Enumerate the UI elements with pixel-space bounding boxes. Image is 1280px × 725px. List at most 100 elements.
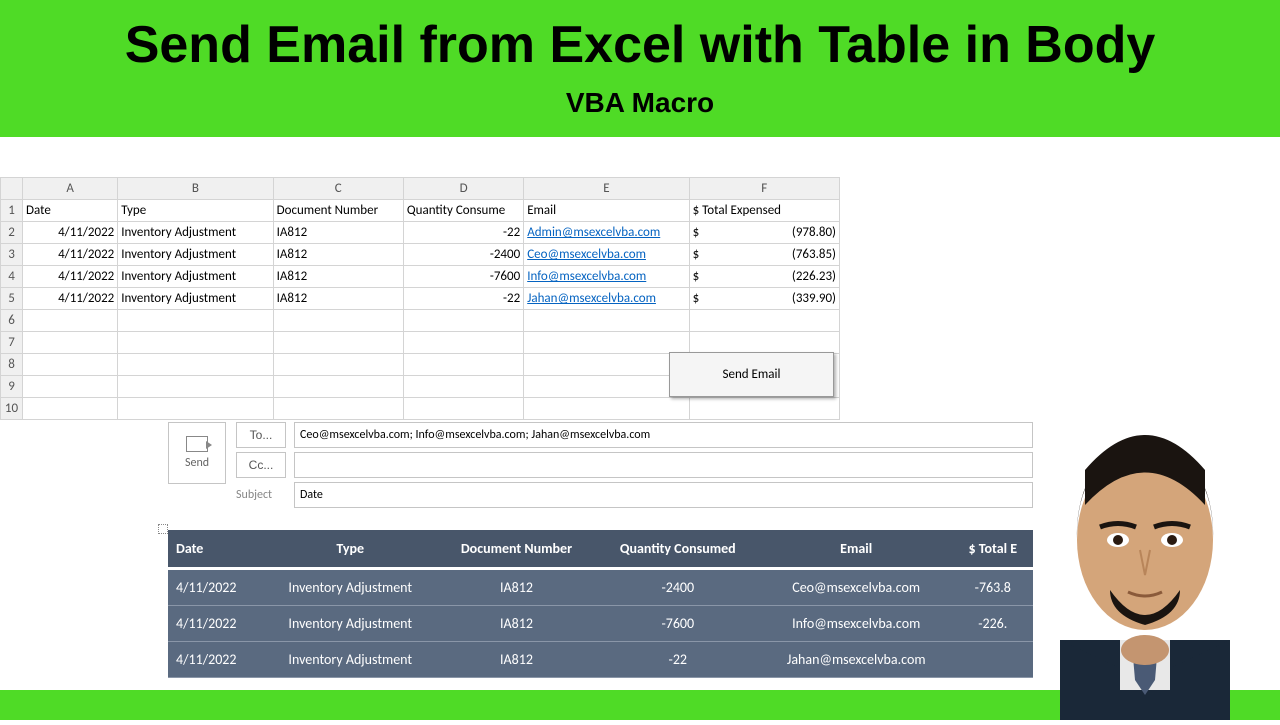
cell[interactable]: $(763.85): [689, 244, 839, 266]
row-header[interactable]: 5: [1, 288, 23, 310]
send-email-button[interactable]: Send Email: [669, 352, 834, 397]
cell[interactable]: Email: [524, 200, 689, 222]
cell[interactable]: Admin@msexcelvba.com: [524, 222, 689, 244]
cell[interactable]: [23, 354, 118, 376]
cell[interactable]: [403, 398, 523, 420]
email-link[interactable]: Admin@msexcelvba.com: [527, 225, 660, 240]
col-header-e[interactable]: E: [524, 178, 689, 200]
cell[interactable]: Date: [23, 200, 118, 222]
col-header-a[interactable]: A: [23, 178, 118, 200]
cell[interactable]: [403, 354, 523, 376]
row-header[interactable]: 8: [1, 354, 23, 376]
cell[interactable]: [273, 376, 403, 398]
table-row: 4 4/11/2022 Inventory Adjustment IA812 -…: [1, 266, 840, 288]
col-header-d[interactable]: D: [403, 178, 523, 200]
cell[interactable]: Info@msexcelvba.com: [524, 266, 689, 288]
body-header: Date: [168, 530, 263, 569]
cell[interactable]: Document Number: [273, 200, 403, 222]
email-link[interactable]: Jahan@msexcelvba.com: [527, 291, 656, 306]
cell[interactable]: [23, 332, 118, 354]
cell[interactable]: [118, 398, 273, 420]
cell[interactable]: [118, 354, 273, 376]
cell[interactable]: [689, 310, 839, 332]
cell[interactable]: Jahan@msexcelvba.com: [524, 288, 689, 310]
cell[interactable]: IA812: [273, 266, 403, 288]
cell[interactable]: Inventory Adjustment: [118, 266, 273, 288]
excel-table[interactable]: A B C D E F 1 Date Type Document Number …: [0, 177, 840, 420]
subject-input[interactable]: [294, 482, 1033, 508]
cell[interactable]: -22: [403, 222, 523, 244]
cell[interactable]: [689, 332, 839, 354]
cc-input[interactable]: [294, 452, 1033, 478]
cell[interactable]: $(226.23): [689, 266, 839, 288]
cell[interactable]: 4/11/2022: [23, 244, 118, 266]
drag-handle-icon[interactable]: [158, 524, 168, 534]
cell[interactable]: [524, 310, 689, 332]
body-cell: 4/11/2022: [168, 606, 263, 642]
email-link[interactable]: Ceo@msexcelvba.com: [527, 247, 646, 262]
col-header-c[interactable]: C: [273, 178, 403, 200]
cell[interactable]: [524, 398, 689, 420]
cell[interactable]: -2400: [403, 244, 523, 266]
body-cell: -7600: [596, 606, 760, 642]
cell[interactable]: 4/11/2022: [23, 266, 118, 288]
row-header[interactable]: 9: [1, 376, 23, 398]
row-header[interactable]: 6: [1, 310, 23, 332]
to-button[interactable]: To...: [236, 422, 286, 448]
cell[interactable]: [524, 376, 689, 398]
cell[interactable]: -22: [403, 288, 523, 310]
cell[interactable]: [524, 354, 689, 376]
cell[interactable]: IA812: [273, 244, 403, 266]
presenter-photo: [1000, 340, 1280, 720]
cell[interactable]: [23, 376, 118, 398]
col-header-f[interactable]: F: [689, 178, 839, 200]
cell[interactable]: [403, 376, 523, 398]
to-input[interactable]: [294, 422, 1033, 448]
table-row: 8Send Email: [1, 354, 840, 376]
cell[interactable]: Ceo@msexcelvba.com: [524, 244, 689, 266]
cell[interactable]: [273, 398, 403, 420]
email-link[interactable]: Info@msexcelvba.com: [527, 269, 646, 284]
cell[interactable]: [273, 354, 403, 376]
cell[interactable]: Quantity Consume: [403, 200, 523, 222]
cell[interactable]: [689, 398, 839, 420]
cc-button[interactable]: Cc...: [236, 452, 286, 478]
cell[interactable]: [403, 332, 523, 354]
cell[interactable]: Inventory Adjustment: [118, 244, 273, 266]
cell[interactable]: Inventory Adjustment: [118, 288, 273, 310]
cell[interactable]: [524, 332, 689, 354]
cell[interactable]: [23, 398, 118, 420]
body-row: 4/11/2022 Inventory Adjustment IA812 -22…: [168, 642, 1033, 678]
cell[interactable]: [23, 310, 118, 332]
row-header[interactable]: 1: [1, 200, 23, 222]
cell[interactable]: $(978.80): [689, 222, 839, 244]
cell[interactable]: -7600: [403, 266, 523, 288]
row-header[interactable]: 7: [1, 332, 23, 354]
sub-title: VBA Macro: [0, 87, 1280, 119]
select-all-corner[interactable]: [1, 178, 23, 200]
cell[interactable]: [273, 332, 403, 354]
row-header[interactable]: 4: [1, 266, 23, 288]
cell[interactable]: 4/11/2022: [23, 222, 118, 244]
row-header[interactable]: 10: [1, 398, 23, 420]
cell[interactable]: Send Email: [689, 354, 839, 398]
cell[interactable]: Type: [118, 200, 273, 222]
cell[interactable]: [273, 310, 403, 332]
cell[interactable]: IA812: [273, 222, 403, 244]
cell[interactable]: Inventory Adjustment: [118, 222, 273, 244]
cell[interactable]: 4/11/2022: [23, 288, 118, 310]
cell[interactable]: $(339.90): [689, 288, 839, 310]
row-header[interactable]: 3: [1, 244, 23, 266]
cell[interactable]: [118, 310, 273, 332]
cell[interactable]: [403, 310, 523, 332]
cell[interactable]: [118, 332, 273, 354]
subject-label: Subject: [236, 488, 286, 502]
send-button[interactable]: Send: [168, 422, 226, 484]
row-header[interactable]: 2: [1, 222, 23, 244]
cell[interactable]: $ Total Expensed: [689, 200, 839, 222]
col-header-b[interactable]: B: [118, 178, 273, 200]
table-row: 1 Date Type Document Number Quantity Con…: [1, 200, 840, 222]
body-cell: Info@msexcelvba.com: [760, 606, 953, 642]
cell[interactable]: [118, 376, 273, 398]
cell[interactable]: IA812: [273, 288, 403, 310]
